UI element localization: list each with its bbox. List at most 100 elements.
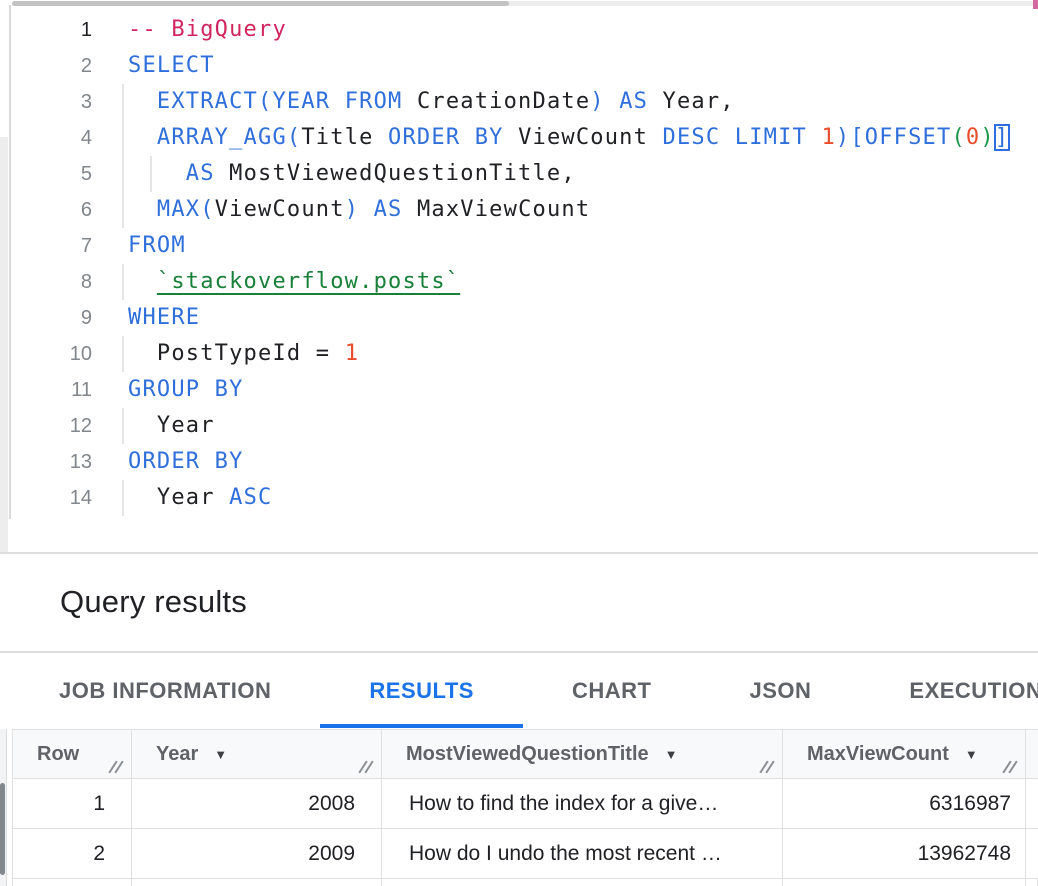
code-line-text[interactable]: -- BigQuery <box>128 12 287 48</box>
table-row: 12008How to find the index for a give…63… <box>12 779 1038 829</box>
code-line[interactable]: 1-- BigQuery <box>11 12 1009 48</box>
table-cell: 1 <box>13 779 132 828</box>
tab-json[interactable]: JSON <box>700 653 860 729</box>
code-token: MostViewedQuestionTitle, <box>229 161 576 186</box>
code-token <box>402 89 416 114</box>
column-resize-icon[interactable] <box>759 760 773 775</box>
results-vscrollbar-thumb[interactable] <box>0 783 5 875</box>
code-token: AS <box>619 89 648 114</box>
tab-label: EXECUTION DETAILS <box>909 678 1038 703</box>
code-line-text[interactable]: EXTRACT(YEAR FROM CreationDate) AS Year, <box>128 84 735 120</box>
code-line-text[interactable]: ARRAY_AGG(Title ORDER BY ViewCount DESC … <box>128 120 1009 156</box>
code-line[interactable]: 14 Year ASC <box>11 480 1009 516</box>
code-token <box>128 125 157 150</box>
code-token <box>215 485 229 510</box>
code-line-text[interactable]: `stackoverflow.posts` <box>128 264 460 300</box>
code-line[interactable]: 6 MAX(ViewCount) AS MaxViewCount <box>11 192 1009 228</box>
table-cell: 6316987 <box>783 779 1026 828</box>
column-header-year[interactable]: Year▼ <box>132 730 382 778</box>
column-header-label: MaxViewCount <box>807 743 949 766</box>
code-line[interactable]: 7 FROM <box>11 228 1009 264</box>
line-number: 2 <box>11 48 92 84</box>
code-line-text[interactable]: PostTypeId = 1 <box>128 336 359 372</box>
code-line-text[interactable]: Year ASC <box>128 480 272 516</box>
table-cell: How to find the index for a give… <box>382 779 783 828</box>
code-token: ( <box>258 89 272 114</box>
column-header-maxviewcount[interactable]: MaxViewCount ▼ <box>783 730 1026 778</box>
code-line-text[interactable]: ORDER BY <box>128 444 244 480</box>
column-menu-icon[interactable]: ▼ <box>214 747 227 762</box>
code-token: ASC <box>229 485 272 510</box>
table-row: 22009How do I undo the most recent …1396… <box>12 829 1038 879</box>
tab-job-information[interactable]: JOB INFORMATION <box>10 653 320 729</box>
code-line[interactable]: 10 PostTypeId = 1 <box>11 336 1009 372</box>
code-token <box>359 197 373 222</box>
column-menu-icon[interactable]: ▼ <box>665 747 678 762</box>
code-line-text[interactable]: FROM <box>128 228 186 264</box>
line-number: 6 <box>11 192 92 228</box>
tab-chart[interactable]: CHART <box>523 653 701 729</box>
column-resize-icon[interactable] <box>108 760 122 775</box>
code-token <box>648 89 662 114</box>
code-token: ] <box>995 125 1009 150</box>
table-cell: 2008 <box>132 779 382 828</box>
code-token: ( <box>287 125 301 150</box>
sql-editor[interactable]: 1-- BigQuery2SELECT3 EXTRACT(YEAR FROM C… <box>0 0 1038 552</box>
column-header-extra <box>1026 730 1038 778</box>
line-number: 7 <box>11 228 92 264</box>
tab-execution-details[interactable]: EXECUTION DETAILS <box>860 653 1038 729</box>
code-token: ) <box>345 197 359 222</box>
column-resize-icon[interactable] <box>358 760 372 775</box>
code-line[interactable]: 4 ARRAY_AGG(Title ORDER BY ViewCount DES… <box>11 120 1009 156</box>
tab-label: RESULTS <box>369 678 474 703</box>
code-lines[interactable]: 1-- BigQuery2SELECT3 EXTRACT(YEAR FROM C… <box>11 12 1009 516</box>
code-line-text[interactable]: GROUP BY <box>128 372 244 408</box>
results-table: RowYear▼MostViewedQuestionTitle▼MaxViewC… <box>12 729 1038 886</box>
code-token: EXTRACT <box>157 89 258 114</box>
code-line-text[interactable]: WHERE <box>128 300 200 336</box>
code-token: GROUP BY <box>128 377 244 402</box>
code-token <box>330 89 344 114</box>
code-line[interactable]: 2 SELECT <box>11 48 1009 84</box>
code-token: )[ <box>836 125 865 150</box>
line-number: 13 <box>11 444 92 480</box>
code-line[interactable]: 9WHERE <box>11 300 1009 336</box>
table-body: 12008How to find the index for a give…63… <box>12 779 1038 879</box>
table-header-row: RowYear▼MostViewedQuestionTitle▼MaxViewC… <box>12 729 1038 779</box>
column-resize-icon[interactable] <box>1002 760 1016 775</box>
line-number: 8 <box>11 264 92 300</box>
table-reference-link[interactable]: `stackoverflow.posts` <box>157 269 460 294</box>
code-line-text[interactable]: AS MostViewedQuestionTitle, <box>128 156 576 192</box>
code-line-text[interactable]: Year <box>128 408 215 444</box>
results-vscrollbar-track[interactable] <box>0 729 7 886</box>
code-line-text[interactable]: SELECT <box>128 48 215 84</box>
code-token: ViewCount <box>518 125 648 150</box>
editor-hscrollbar-thumb[interactable] <box>12 1 509 6</box>
code-token <box>128 413 157 438</box>
code-token: AS <box>186 161 215 186</box>
tab-results[interactable]: RESULTS <box>320 653 523 729</box>
code-token: FROM <box>345 89 403 114</box>
line-number: 12 <box>11 408 92 444</box>
code-token: 1 <box>345 341 359 366</box>
panel-divider <box>0 552 1038 554</box>
column-menu-icon[interactable]: ▼ <box>965 747 978 762</box>
code-token: = <box>301 341 344 366</box>
table-cell <box>1026 829 1038 878</box>
code-line[interactable]: 8 `stackoverflow.posts` <box>11 264 1009 300</box>
column-header-mostviewedquestiontitle[interactable]: MostViewedQuestionTitle▼ <box>382 730 783 778</box>
code-line[interactable]: 13 ORDER BY <box>11 444 1009 480</box>
code-token: Year <box>157 485 215 510</box>
code-line[interactable]: 12 Year <box>11 408 1009 444</box>
line-number: 5 <box>11 156 92 192</box>
code-line[interactable]: 11GROUP BY <box>11 372 1009 408</box>
column-header-row[interactable]: Row <box>13 730 132 778</box>
code-token <box>128 269 157 294</box>
code-line-text[interactable]: MAX(ViewCount) AS MaxViewCount <box>128 192 590 228</box>
code-line[interactable]: 5 AS MostViewedQuestionTitle, <box>11 156 1009 192</box>
table-cell <box>382 879 783 886</box>
table-cell: 2 <box>13 829 132 878</box>
table-cell <box>1026 879 1038 886</box>
code-line[interactable]: 3 EXTRACT(YEAR FROM CreationDate) AS Yea… <box>11 84 1009 120</box>
code-token: DESC LIMIT <box>663 125 807 150</box>
